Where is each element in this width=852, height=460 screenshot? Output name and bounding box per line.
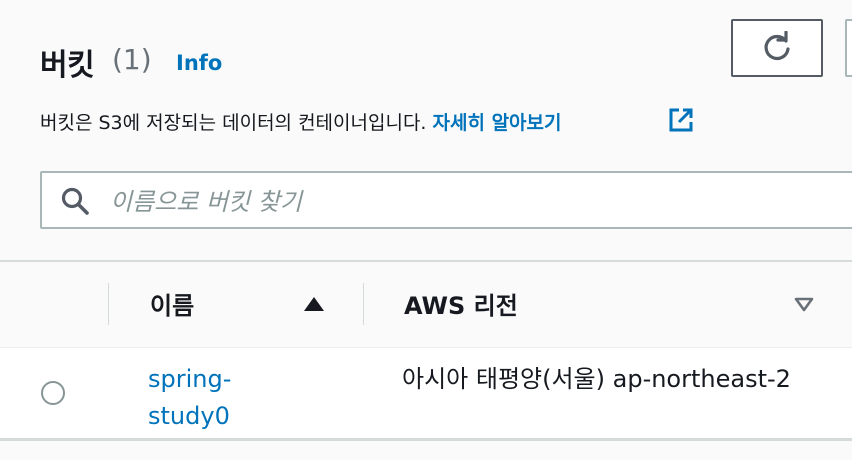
refresh-icon (764, 31, 790, 61)
page-description: 버킷은 S3에 저장되는 데이터의 컨테이너입니다. 자세히 알아보기 (40, 108, 562, 135)
table-bottom-border (0, 438, 852, 441)
column-header-name[interactable]: 이름 (150, 286, 194, 321)
page-title: 버킷 (40, 48, 95, 83)
search-input[interactable] (108, 180, 812, 224)
learn-more-link[interactable]: 자세히 알아보기 (433, 112, 562, 134)
actions-button[interactable] (845, 19, 852, 77)
bucket-name-link[interactable]: spring-study0 (148, 361, 258, 435)
column-divider (108, 283, 109, 325)
description-text: 버킷은 S3에 저장되는 데이터의 컨테이너입니다. (40, 112, 433, 134)
sort-descending-icon[interactable] (793, 296, 815, 312)
sort-ascending-icon[interactable] (303, 296, 325, 312)
search-icon (61, 187, 89, 215)
column-header-region[interactable]: AWS 리전 (404, 286, 518, 321)
external-link-icon[interactable] (668, 107, 694, 133)
bucket-region: 아시아 태평양(서울) ap-northeast-2 (402, 365, 791, 393)
column-divider (363, 283, 364, 325)
info-link[interactable]: Info (176, 51, 222, 75)
refresh-button[interactable] (731, 19, 823, 77)
row-select-radio[interactable] (41, 381, 65, 405)
bucket-count: (1) (112, 43, 152, 76)
